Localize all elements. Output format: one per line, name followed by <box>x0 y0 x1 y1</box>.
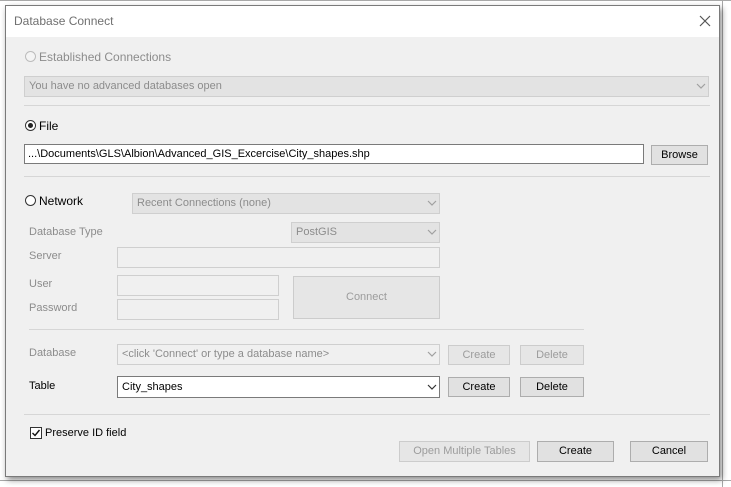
network-label: Network <box>39 194 84 208</box>
preserve-id-checkbox[interactable] <box>30 427 42 439</box>
table-value: City_shapes <box>122 381 183 393</box>
database-label: Database <box>29 347 77 359</box>
close-icon[interactable] <box>696 12 714 30</box>
established-connections-dropdown[interactable]: You have no advanced databases open <box>24 76 709 97</box>
create-button[interactable]: Create <box>537 441 614 462</box>
separator <box>24 176 710 177</box>
browse-button[interactable]: Browse <box>651 145 708 165</box>
established-connections-value: You have no advanced databases open <box>29 80 222 92</box>
chevron-down-icon <box>427 200 437 206</box>
separator <box>24 414 710 415</box>
open-multiple-tables-button[interactable]: Open Multiple Tables <box>399 441 530 462</box>
database-connect-dialog: Database Connect Established Connections… <box>5 5 720 477</box>
chevron-down-icon <box>427 384 437 390</box>
file-radio[interactable] <box>25 120 36 131</box>
password-label: Password <box>29 302 78 314</box>
recent-connections-dropdown[interactable]: Recent Connections (none) <box>132 193 440 214</box>
checkmark-icon <box>32 429 41 437</box>
background-line <box>0 480 731 481</box>
separator <box>24 105 710 106</box>
dialog-title: Database Connect <box>14 14 114 28</box>
chevron-down-icon <box>427 351 437 357</box>
database-dropdown[interactable]: <click 'Connect' or type a database name… <box>117 344 440 365</box>
password-input[interactable] <box>117 299 279 320</box>
table-dropdown[interactable]: City_shapes <box>117 376 440 398</box>
table-create-button[interactable]: Create <box>448 377 510 397</box>
background-line <box>0 0 731 1</box>
file-path-value: ...\Documents\GLS\Albion\Advanced_GIS_Ex… <box>28 148 370 160</box>
established-connections-radio[interactable] <box>25 51 36 62</box>
server-label: Server <box>29 250 62 262</box>
connect-button[interactable]: Connect <box>293 276 440 319</box>
database-create-button[interactable]: Create <box>448 345 510 365</box>
database-type-dropdown[interactable]: PostGIS <box>291 222 440 243</box>
table-label: Table <box>29 380 56 392</box>
table-delete-button[interactable]: Delete <box>520 377 584 397</box>
database-type-value: PostGIS <box>296 226 337 238</box>
network-radio[interactable] <box>25 195 36 206</box>
cancel-button[interactable]: Cancel <box>630 441 708 462</box>
database-delete-button[interactable]: Delete <box>520 345 584 365</box>
chevron-down-icon <box>696 83 706 89</box>
preserve-id-label: Preserve ID field <box>45 427 127 439</box>
title-bar: Database Connect <box>6 6 719 37</box>
server-input[interactable] <box>117 247 440 268</box>
user-input[interactable] <box>117 275 279 296</box>
separator <box>29 329 584 330</box>
recent-connections-value: Recent Connections (none) <box>137 197 271 209</box>
file-path-input[interactable]: ...\Documents\GLS\Albion\Advanced_GIS_Ex… <box>24 144 644 164</box>
background-line <box>722 0 723 487</box>
user-label: User <box>29 278 53 290</box>
file-label: File <box>39 119 59 133</box>
database-type-label: Database Type <box>29 226 103 238</box>
database-value: <click 'Connect' or type a database name… <box>122 348 330 360</box>
chevron-down-icon <box>427 229 437 235</box>
established-connections-label: Established Connections <box>39 50 172 64</box>
